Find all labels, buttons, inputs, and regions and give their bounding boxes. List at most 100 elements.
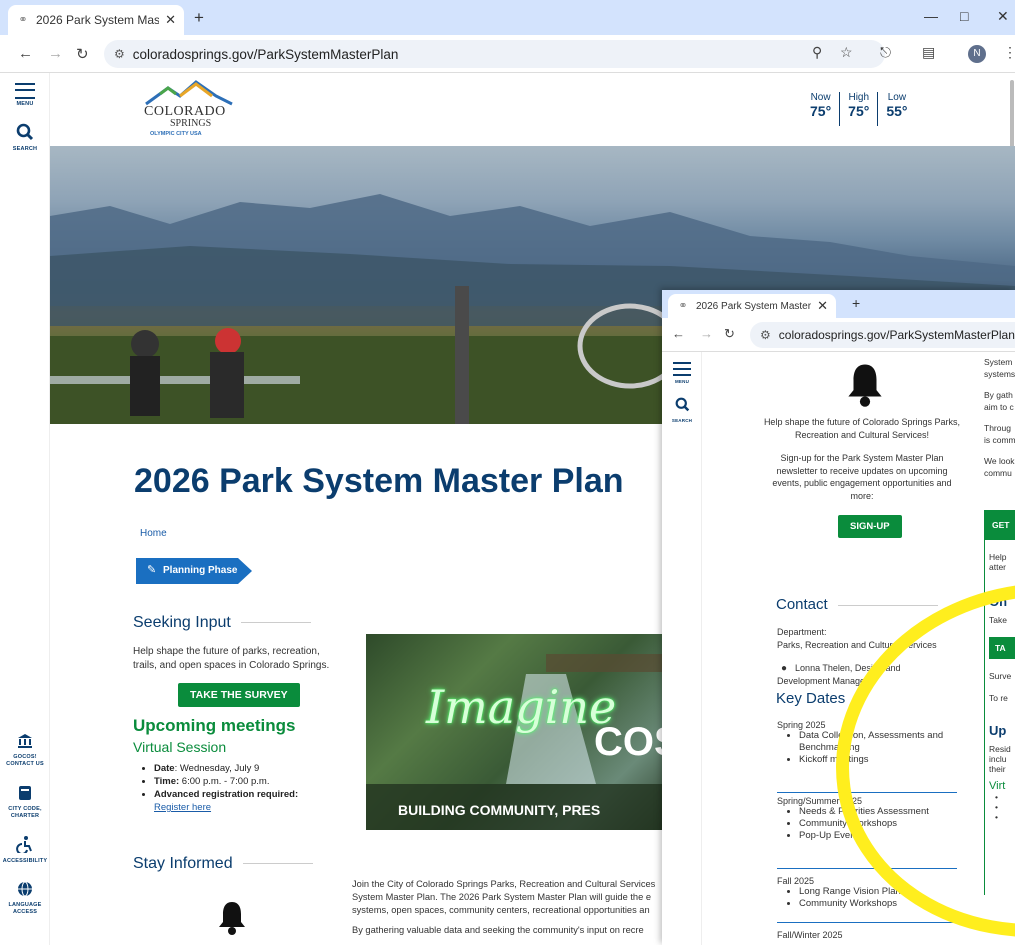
window-close-icon[interactable]: ✕ xyxy=(997,8,1009,25)
bullet-fragment: • • • xyxy=(995,792,998,822)
key-dates-group: Spring 2025 Data Collection, Assessments… xyxy=(777,720,957,766)
address-bar[interactable]: ⚙ coloradosprings.gov/ParkSystemMasterPl… xyxy=(104,40,885,68)
key-dates-heading: Key Dates xyxy=(776,690,846,707)
back-arrow-icon[interactable]: ← xyxy=(18,45,33,62)
right-col-fragment: is comm xyxy=(984,435,1015,445)
seeking-input-text: Help shape the future of parks, recreati… xyxy=(133,646,330,671)
stay-informed-heading: Stay Informed xyxy=(133,855,313,873)
weather-high-value: 75° xyxy=(848,103,870,119)
close-tab-icon[interactable]: ✕ xyxy=(817,298,828,314)
virtual-heading-fragment: Virt xyxy=(989,780,1006,792)
right-column-text: System , systems By gath aim to c Throug… xyxy=(984,356,1015,479)
right-col-fragment: Resid xyxy=(989,744,1011,754)
meeting-time-label: Time: xyxy=(154,776,180,787)
weather-low: Low 55° xyxy=(878,92,915,126)
close-tab-icon[interactable]: ✕ xyxy=(165,12,176,28)
tab-title: 2026 Park System Master Plan | xyxy=(36,13,160,27)
globe-icon xyxy=(18,881,32,897)
forward-arrow-icon[interactable]: → xyxy=(48,45,63,62)
signup-button[interactable]: SIGN-UP xyxy=(838,515,902,538)
key-dates-divider xyxy=(777,922,957,923)
right-col-fragment: systems xyxy=(984,369,1015,379)
key-date-item: Needs & Priorities Assessment xyxy=(799,806,957,818)
contact-person-name: Lonna Thelen, Design and Development Man… xyxy=(777,663,901,686)
sidebar-item-city-code[interactable]: CITY CODE, CHARTER xyxy=(0,785,50,820)
right-col-fragment: commu xyxy=(984,468,1012,478)
phase-badge-label: Planning Phase xyxy=(163,565,238,576)
intro-line: By gathering valuable data and seeking t… xyxy=(352,925,644,935)
pencil-icon: ✎ xyxy=(147,564,157,576)
take-survey-button[interactable]: TAKE THE SURVEY xyxy=(178,683,300,707)
breadcrumb-home[interactable]: Home xyxy=(140,528,167,539)
phase-badge: ✎ Planning Phase xyxy=(136,558,252,584)
globe-favicon-icon: ⚭ xyxy=(18,14,28,26)
register-here-link[interactable]: Register here xyxy=(154,802,211,813)
meeting-details-list: Date: Wednesday, July 9 Time: 6:00 p.m. … xyxy=(154,762,354,814)
menu-button[interactable]: MENU xyxy=(0,83,50,108)
heading-rule xyxy=(837,604,938,606)
new-tab-icon[interactable]: + xyxy=(194,8,204,28)
globe-favicon-icon: ⚭ xyxy=(678,300,688,312)
sidebar-item-accessibility[interactable]: ACCESSIBILITY xyxy=(0,835,50,865)
take-button-fragment[interactable]: TA xyxy=(989,637,1015,659)
right-col-fragment: atter xyxy=(989,562,1007,572)
weather-low-label: Low xyxy=(887,92,907,103)
menu-label: MENU xyxy=(16,101,34,107)
right-col-fragment: Take xyxy=(989,615,1007,625)
url-text: coloradosprings.gov/ParkSystemMasterPlan xyxy=(778,328,1015,342)
get-involved-tab[interactable]: GET xyxy=(984,510,1015,540)
imagine-cos-banner: Imagine COS BUILDING COMMUNITY, PRES xyxy=(366,634,666,830)
get-involved-panel: Help atter On Take TA Surve To re Up Res… xyxy=(984,540,1015,895)
key-dates-group-title: Fall/Winter 2025 xyxy=(777,930,843,940)
forward-arrow-icon[interactable]: → xyxy=(700,326,713,341)
bookmark-star-icon[interactable]: ☆ xyxy=(840,44,853,61)
reload-icon[interactable]: ↻ xyxy=(76,45,89,63)
right-col-fragment: aim to c xyxy=(984,402,1014,412)
intro-line: System Master Plan. The 2026 Park System… xyxy=(352,892,652,902)
key-dates-divider xyxy=(777,792,957,793)
new-tab-icon[interactable]: + xyxy=(852,295,860,311)
right-col-fragment: Throug xyxy=(984,423,1011,433)
url-text: coloradosprings.gov/ParkSystemMasterPlan xyxy=(132,46,399,62)
weather-now-value: 75° xyxy=(810,103,832,119)
site-info-icon[interactable]: ⚙ xyxy=(114,47,125,61)
upcoming-meetings-heading: Upcoming meetings xyxy=(133,716,296,735)
zoom-icon[interactable]: ⚲ xyxy=(812,44,822,61)
search-button[interactable]: SEARCH xyxy=(0,123,50,153)
right-col-fragment: their xyxy=(989,764,1006,774)
weather-high: High 75° xyxy=(840,92,879,126)
sidebar-item-language[interactable]: LANGUAGE ACCESS xyxy=(0,881,50,916)
reading-list-icon[interactable]: ▤ xyxy=(922,44,935,61)
yellow-highlight-ellipse xyxy=(836,582,1015,938)
address-bar[interactable]: ⚙ coloradosprings.gov/ParkSystemMasterPl… xyxy=(750,322,1015,348)
more-menu-icon[interactable]: ⋮ xyxy=(1003,44,1015,61)
key-dates-list: Long Range Vision Plan Community Worksho… xyxy=(799,886,957,910)
menu-button[interactable]: MENU xyxy=(662,362,702,385)
weather-now-label: Now xyxy=(810,92,831,103)
extensions-icon[interactable]: ⎋ xyxy=(880,44,891,61)
site-sidebar: MENU SEARCH xyxy=(662,352,702,945)
department-label: Department: xyxy=(777,627,827,637)
browser-tab[interactable]: ⚭ 2026 Park System Master Plan | ✕ xyxy=(668,294,836,318)
meeting-date: Date: Wednesday, July 9 xyxy=(154,762,354,775)
seeking-input-heading: Seeking Input xyxy=(133,614,311,632)
site-info-icon[interactable]: ⚙ xyxy=(760,328,771,342)
back-arrow-icon[interactable]: ← xyxy=(672,326,685,341)
address-toolbar: ← → ↻ ⚙ coloradosprings.gov/ParkSystemMa… xyxy=(0,35,1015,73)
key-dates-group-title: Spring/Summer 2025 xyxy=(777,796,863,806)
site-logo[interactable]: COLORADO SPRINGS OLYMPIC CITY USA xyxy=(132,80,242,142)
hamburger-icon xyxy=(673,362,691,376)
right-col-fragment: To re xyxy=(989,693,1008,703)
key-dates-list: Data Collection, Assessments and Benchma… xyxy=(799,730,957,766)
address-toolbar: ← → ↻ ⚙ coloradosprings.gov/ParkSystemMa… xyxy=(662,318,1015,352)
sidebar-item-contact-us[interactable]: GOCOS! CONTACT US xyxy=(0,733,50,768)
menu-label: MENU xyxy=(674,379,690,384)
profile-avatar[interactable]: N xyxy=(968,45,986,63)
right-col-fragment: inclu xyxy=(989,754,1007,764)
search-button[interactable]: SEARCH xyxy=(662,397,702,424)
minimize-icon[interactable]: — xyxy=(924,8,938,24)
browser-tab[interactable]: ⚭ 2026 Park System Master Plan | ✕ xyxy=(8,5,184,35)
maximize-icon[interactable]: □ xyxy=(960,8,968,24)
reload-icon[interactable]: ↻ xyxy=(724,326,735,342)
key-date-item: Community Workshops xyxy=(799,898,957,910)
